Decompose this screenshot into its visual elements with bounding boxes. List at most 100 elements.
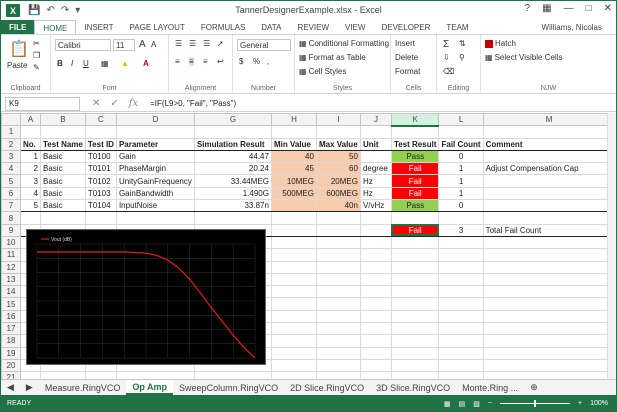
cell[interactable]: Hz (359, 186, 392, 201)
test-result-cell[interactable]: Pass (390, 149, 440, 164)
cell[interactable]: 33.87n (193, 199, 272, 213)
cell[interactable] (482, 174, 616, 188)
tab-formulas[interactable]: FORMULAS (193, 20, 253, 35)
cell[interactable]: 1 (438, 174, 484, 188)
column-header[interactable]: A (20, 113, 41, 127)
cell[interactable]: Hz (359, 174, 392, 188)
cell[interactable]: 40 (270, 149, 317, 164)
header-cell[interactable]: Fail Count (438, 137, 484, 151)
sort-filter-icon[interactable]: ⇅ (459, 39, 466, 48)
cell[interactable]: T0102 (84, 174, 117, 188)
row-header[interactable]: 21 (1, 371, 21, 379)
cell[interactable]: 2 (20, 162, 41, 176)
header-cell[interactable]: Min Value (270, 137, 317, 151)
total-result-cell[interactable]: Fail (390, 223, 440, 237)
comma-button[interactable]: , (267, 57, 269, 66)
cell[interactable] (482, 186, 616, 201)
column-header[interactable]: D (115, 113, 195, 127)
row-header[interactable]: 17 (1, 322, 21, 336)
cell[interactable]: 1 (20, 149, 41, 164)
vertical-scrollbar[interactable] (607, 113, 616, 379)
row-header[interactable]: 18 (1, 334, 21, 348)
cell[interactable]: 44.47 (193, 149, 272, 164)
insert-cells-button[interactable]: Insert (395, 39, 415, 48)
row-header[interactable]: 16 (1, 309, 21, 324)
page-break-icon[interactable]: ▧ (473, 400, 480, 408)
cell[interactable]: PhaseMargin (115, 162, 195, 176)
cell[interactable] (270, 199, 317, 213)
header-cell[interactable]: Unit (359, 137, 392, 151)
cell[interactable]: 1 (438, 162, 484, 176)
cell[interactable]: Adjust Compensation Cap (482, 162, 616, 176)
column-header[interactable]: L (438, 113, 484, 127)
test-result-cell[interactable]: Fail (390, 162, 440, 176)
italic-button[interactable]: I (71, 59, 73, 68)
column-header-selected[interactable]: K (390, 113, 440, 127)
tab-team[interactable]: TEAM (438, 20, 476, 35)
row-header[interactable]: 13 (1, 272, 21, 287)
row-header[interactable]: 4 (1, 162, 21, 176)
grow-font-button[interactable]: A (139, 39, 146, 50)
align-right-icon[interactable]: ≡ (203, 57, 208, 66)
row-header[interactable]: 12 (1, 260, 21, 274)
hatch-button[interactable]: Hatch (485, 39, 516, 48)
tab-home[interactable]: HOME (34, 20, 77, 35)
underline-button[interactable]: U (83, 59, 89, 68)
row-header[interactable]: 9 (1, 223, 21, 237)
cell[interactable]: V/vHz (359, 199, 392, 213)
format-cells-button[interactable]: Format (395, 67, 420, 76)
total-label-cell[interactable]: Total Fail Count (482, 223, 616, 237)
insert-function-icon[interactable]: fx (129, 98, 138, 109)
cell[interactable]: 1.490G (193, 186, 272, 201)
number-format-select[interactable]: General (237, 39, 291, 51)
zoom-slider[interactable] (500, 400, 570, 407)
cell[interactable]: 5 (20, 199, 41, 213)
maximize-icon[interactable]: □ (586, 3, 592, 14)
cell[interactable]: Basic (40, 174, 86, 188)
cell[interactable] (482, 149, 616, 164)
zoom-level[interactable]: 100% (590, 400, 608, 407)
column-header[interactable]: C (84, 113, 117, 127)
header-cell[interactable]: Max Value (315, 137, 361, 151)
header-cell[interactable]: Test ID (84, 137, 117, 151)
cell[interactable]: 10MEG (270, 174, 317, 188)
sheet-tab-measure-ringvco[interactable]: Measure.RingVCO (39, 380, 127, 395)
copy-icon[interactable]: ❐ (33, 51, 40, 60)
row-header[interactable]: 10 (1, 235, 21, 250)
cell[interactable]: 1 (438, 186, 484, 201)
header-cell[interactable]: Comment (482, 137, 616, 151)
tab-file[interactable]: FILE (1, 20, 35, 35)
tab-page-layout[interactable]: PAGE LAYOUT (122, 20, 193, 35)
sheet-tab-op-amp[interactable]: Op Amp (126, 380, 174, 395)
percent-button[interactable]: % (253, 57, 260, 66)
test-result-cell[interactable]: Fail (390, 186, 440, 201)
cell[interactable]: T0101 (84, 162, 117, 176)
format-as-table-button[interactable]: ▦ Format as Table (299, 53, 366, 62)
align-top-icon[interactable]: ☰ (175, 39, 182, 48)
test-result-cell[interactable]: Pass (390, 199, 440, 213)
sheet-tab-sweepcolumn[interactable]: SweepColumn.RingVCO (173, 380, 284, 395)
header-cell[interactable]: Parameter (115, 137, 195, 151)
row-header[interactable]: 6 (1, 186, 21, 201)
cell[interactable]: T0100 (84, 149, 117, 164)
column-header[interactable]: B (40, 113, 86, 127)
bold-button[interactable]: B (57, 59, 63, 68)
name-box[interactable]: K9 (5, 96, 80, 111)
tab-insert[interactable]: INSERT (76, 20, 121, 35)
cell[interactable]: Basic (40, 162, 86, 176)
help-icon[interactable]: ? (525, 3, 531, 14)
formula-input[interactable]: =IF(L9>0, "Fail", "Pass") (150, 99, 236, 108)
cell[interactable]: 60 (315, 162, 361, 176)
cell[interactable]: 20.24 (193, 162, 272, 176)
cell[interactable]: 50 (315, 149, 361, 164)
font-size-select[interactable]: 11 (113, 39, 135, 51)
cell[interactable]: 0 (438, 199, 484, 213)
cell[interactable]: GainBandwidth (115, 186, 195, 201)
clear-icon[interactable]: ⌫ (443, 67, 454, 76)
cell[interactable]: 40n (315, 199, 361, 213)
page-layout-icon[interactable]: ▤ (459, 400, 466, 408)
align-middle-icon[interactable]: ☰ (189, 39, 196, 48)
worksheet-grid[interactable]: A B C D G H I J K L M 1 2 No. Test Name … (1, 113, 616, 379)
shrink-font-button[interactable]: A (151, 40, 156, 49)
sheet-tab-monte[interactable]: Monte.Ring ... (456, 380, 524, 395)
